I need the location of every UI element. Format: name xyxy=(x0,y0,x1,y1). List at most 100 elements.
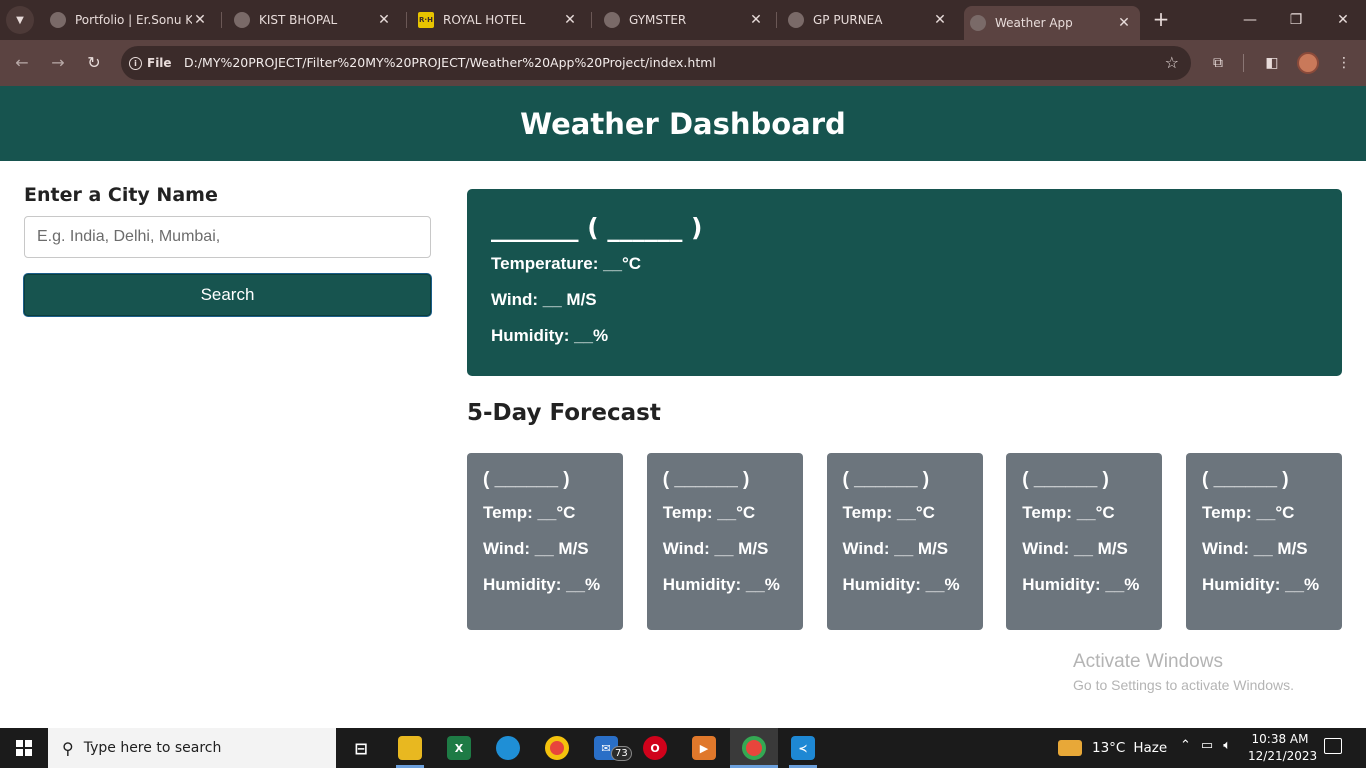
battery-icon[interactable]: ▭ xyxy=(1201,738,1213,753)
chevron-up-icon[interactable]: ⌃ xyxy=(1180,738,1191,753)
profile-avatar[interactable] xyxy=(1297,52,1319,74)
forecast-temp: Temp: __°C xyxy=(842,503,935,522)
forecast-card: ( ______ ) Temp: __°C Wind: __ M/S Humid… xyxy=(467,453,623,630)
forecast-humidity: Humidity: __% xyxy=(1022,575,1140,594)
bookmark-star-icon[interactable]: ☆ xyxy=(1165,53,1179,72)
city-search-input[interactable] xyxy=(24,216,431,258)
forecast-date: ( ______ ) xyxy=(483,469,570,490)
forecast-temp: Temp: __°C xyxy=(483,503,576,522)
globe-icon xyxy=(788,12,804,28)
url-text[interactable]: D:/MY%20PROJECT/Filter%20MY%20PROJECT/We… xyxy=(184,55,716,70)
taskbar-search-placeholder: Type here to search xyxy=(83,740,222,756)
forecast-title: 5-Day Forecast xyxy=(467,400,661,426)
opera-icon[interactable]: O xyxy=(643,736,667,760)
minimize-icon[interactable]: — xyxy=(1238,8,1262,32)
tab-title: Portfolio | Er.Sonu Ku xyxy=(75,13,192,27)
forecast-humidity: Humidity: __% xyxy=(662,575,780,594)
page-header: Weather Dashboard xyxy=(0,86,1366,161)
search-panel: Enter a City Name Search xyxy=(24,184,431,316)
forecast-temp: Temp: __°C xyxy=(662,503,756,522)
clock-date: 12/21/2023 xyxy=(1248,749,1318,763)
close-icon[interactable]: ✕ xyxy=(192,12,208,28)
restore-icon[interactable]: ❐ xyxy=(1284,8,1308,32)
watermark-subtitle: Go to Settings to activate Windows. xyxy=(1073,677,1294,693)
close-icon[interactable]: ✕ xyxy=(376,12,392,28)
tab-search-chevron-icon[interactable]: ▼ xyxy=(6,6,34,34)
file-explorer-icon[interactable] xyxy=(398,736,422,760)
toolbar-divider xyxy=(1243,54,1244,72)
clock-time: 10:38 AM xyxy=(1251,732,1309,746)
chrome-icon[interactable] xyxy=(545,736,569,760)
start-button[interactable] xyxy=(0,728,48,768)
forecast-wind: Wind: __ M/S xyxy=(483,539,589,558)
tab-weather-app[interactable]: Weather App ✕ xyxy=(964,6,1140,40)
forecast-list: ( ______ ) Temp: __°C Wind: __ M/S Humid… xyxy=(467,453,1342,630)
forecast-card: ( ______ ) Temp: __°C Wind: __ M/S Humid… xyxy=(826,453,983,630)
tab-title: Weather App xyxy=(995,16,1073,30)
window-close-icon[interactable]: ✕ xyxy=(1331,8,1355,32)
vscode-icon[interactable]: ≺ xyxy=(791,736,815,760)
tab-title: GP PURNEA xyxy=(813,13,883,27)
forecast-date: ( ______ ) xyxy=(1202,469,1289,490)
address-bar[interactable]: i File D:/MY%20PROJECT/Filter%20MY%20PRO… xyxy=(121,46,1191,80)
close-icon[interactable]: ✕ xyxy=(1116,15,1132,31)
globe-icon xyxy=(234,12,250,28)
activate-windows-watermark: Activate Windows Go to Settings to activ… xyxy=(1073,651,1294,693)
excel-icon[interactable]: X xyxy=(447,736,471,760)
forecast-date: ( ______ ) xyxy=(1022,469,1109,490)
chrome-profile-icon[interactable] xyxy=(742,736,766,760)
edge-icon[interactable] xyxy=(496,736,520,760)
close-icon[interactable]: ✕ xyxy=(932,12,948,28)
forecast-card: ( ______ ) Temp: __°C Wind: __ M/S Humid… xyxy=(646,453,803,630)
task-view-icon[interactable]: ⊟ xyxy=(349,736,373,760)
mail-unread-badge: 73 xyxy=(611,746,632,761)
tab-gp-purnea[interactable]: GP PURNEA ✕ xyxy=(784,0,956,40)
media-player-icon[interactable]: ▶ xyxy=(692,736,716,760)
taskbar-weather-widget[interactable]: 13°C Haze xyxy=(1058,728,1167,768)
tab-title: GYMSTER xyxy=(629,13,687,27)
browser-tab-bar: ▼ Portfolio | Er.Sonu Ku ✕ KIST BHOPAL ✕… xyxy=(0,0,1366,40)
forecast-date: ( ______ ) xyxy=(662,469,750,490)
reload-icon[interactable]: ↻ xyxy=(82,51,106,75)
current-humidity: Humidity: __% xyxy=(491,326,609,345)
tab-separator xyxy=(776,12,777,28)
tab-title: ROYAL HOTEL xyxy=(443,13,526,27)
current-wind: Wind: __ M/S xyxy=(491,290,597,309)
new-tab-plus-icon[interactable]: + xyxy=(1150,9,1172,31)
system-tray: ⌃ ▭ 🔈︎ xyxy=(1180,738,1231,753)
taskbar-search-box[interactable]: ⚲ Type here to search xyxy=(48,728,336,768)
forecast-temp: Temp: __°C xyxy=(1202,503,1295,522)
page-title: Weather Dashboard xyxy=(520,106,846,141)
extensions-puzzle-icon[interactable]: ⧉ xyxy=(1208,53,1228,73)
close-icon[interactable]: ✕ xyxy=(562,12,578,28)
globe-icon xyxy=(50,12,66,28)
tab-gymster[interactable]: GYMSTER ✕ xyxy=(600,0,772,40)
forecast-wind: Wind: __ M/S xyxy=(1022,539,1128,558)
windows-logo-icon xyxy=(16,740,32,756)
search-button[interactable]: Search xyxy=(24,274,431,316)
forecast-wind: Wind: __ M/S xyxy=(842,539,949,558)
taskbar-clock[interactable]: 10:38 AM 12/21/2023 xyxy=(1248,731,1318,765)
forecast-wind: Wind: __ M/S xyxy=(662,539,769,558)
forward-arrow-icon[interactable]: → xyxy=(46,51,70,75)
current-city-date: _______ ( ______ ) xyxy=(491,213,703,242)
tab-portfolio[interactable]: Portfolio | Er.Sonu Ku ✕ xyxy=(46,0,216,40)
forecast-humidity: Humidity: __% xyxy=(1202,575,1320,594)
forecast-card: ( ______ ) Temp: __°C Wind: __ M/S Humid… xyxy=(1186,453,1342,630)
menu-kebab-icon[interactable]: ⋮ xyxy=(1334,53,1354,73)
site-info-chip[interactable]: i File xyxy=(129,53,172,73)
tab-kist-bhopal[interactable]: KIST BHOPAL ✕ xyxy=(230,0,400,40)
info-icon: i xyxy=(129,56,142,70)
side-panel-icon[interactable]: ◧ xyxy=(1262,53,1282,73)
tab-title: KIST BHOPAL xyxy=(259,13,338,27)
notification-icon[interactable] xyxy=(1324,738,1342,754)
forecast-humidity: Humidity: __% xyxy=(842,575,960,594)
weather-temp: 13°C xyxy=(1092,740,1126,756)
tab-royal-hotel[interactable]: R·H ROYAL HOTEL ✕ xyxy=(414,0,586,40)
volume-icon[interactable]: 🔈︎ xyxy=(1223,738,1231,753)
forecast-humidity: Humidity: __% xyxy=(483,575,601,594)
search-icon: ⚲ xyxy=(62,738,74,758)
back-arrow-icon[interactable]: ← xyxy=(10,51,34,75)
weather-app-page: Weather Dashboard Enter a City Name Sear… xyxy=(0,86,1366,728)
close-icon[interactable]: ✕ xyxy=(748,12,764,28)
